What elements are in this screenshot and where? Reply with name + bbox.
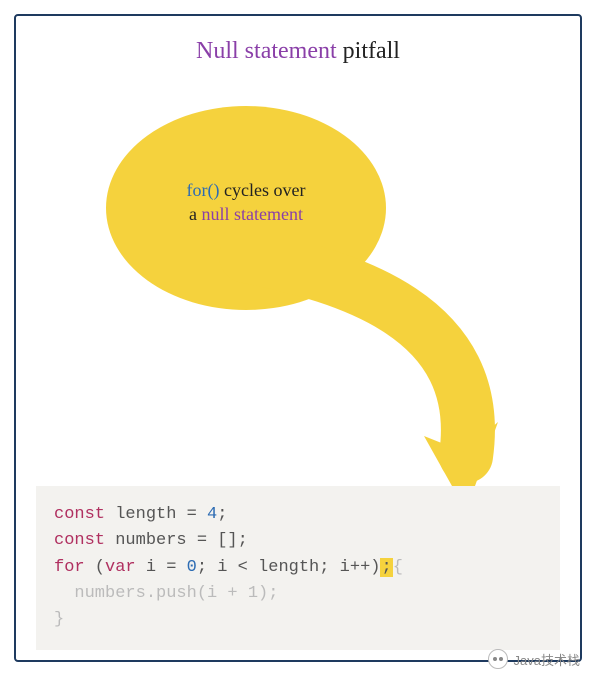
code-kw-const-2: const <box>54 531 105 550</box>
watermark: Java技术栈 <box>488 649 580 669</box>
code-l1-rest: length = <box>105 505 207 524</box>
code-l4-num: 1 <box>248 584 258 603</box>
code-highlighted-semicolon: ; <box>380 558 392 577</box>
diagram-frame: Null statement pitfall for() cycles over… <box>14 14 582 662</box>
code-l3-b: i = <box>136 558 187 577</box>
code-l1-semi: ; <box>217 505 227 524</box>
bubble-keyword-for: for() <box>187 180 220 200</box>
page-title: Null statement pitfall <box>16 38 580 65</box>
code-l1-num: 4 <box>207 505 217 524</box>
speech-bubble: for() cycles over a null statement <box>106 106 386 386</box>
code-kw-var: var <box>105 558 136 577</box>
code-l3-num0: 0 <box>187 558 197 577</box>
code-l3-a: ( <box>85 558 105 577</box>
code-l2-rest: numbers = []; <box>105 531 248 550</box>
wechat-icon <box>488 649 508 669</box>
bubble-text: for() cycles over a null statement <box>106 178 386 227</box>
bubble-line1-rest: cycles over <box>220 180 306 200</box>
watermark-text: Java技术栈 <box>514 650 580 669</box>
bubble-keyword-null: null statement <box>202 204 303 224</box>
code-l3-c: ; i < length; i++) <box>197 558 381 577</box>
code-l4-body: numbers.push(i + <box>54 584 248 603</box>
code-kw-for: for <box>54 558 85 577</box>
bubble-line2-a: a <box>189 204 202 224</box>
code-kw-const-1: const <box>54 505 105 524</box>
code-l3-brace: { <box>393 558 403 577</box>
code-l5: } <box>54 610 64 629</box>
code-l4-rest: ); <box>258 584 278 603</box>
title-rest: pitfall <box>337 38 400 64</box>
title-accent: Null statement <box>196 38 337 64</box>
code-block: const length = 4; const numbers = []; fo… <box>36 486 560 650</box>
